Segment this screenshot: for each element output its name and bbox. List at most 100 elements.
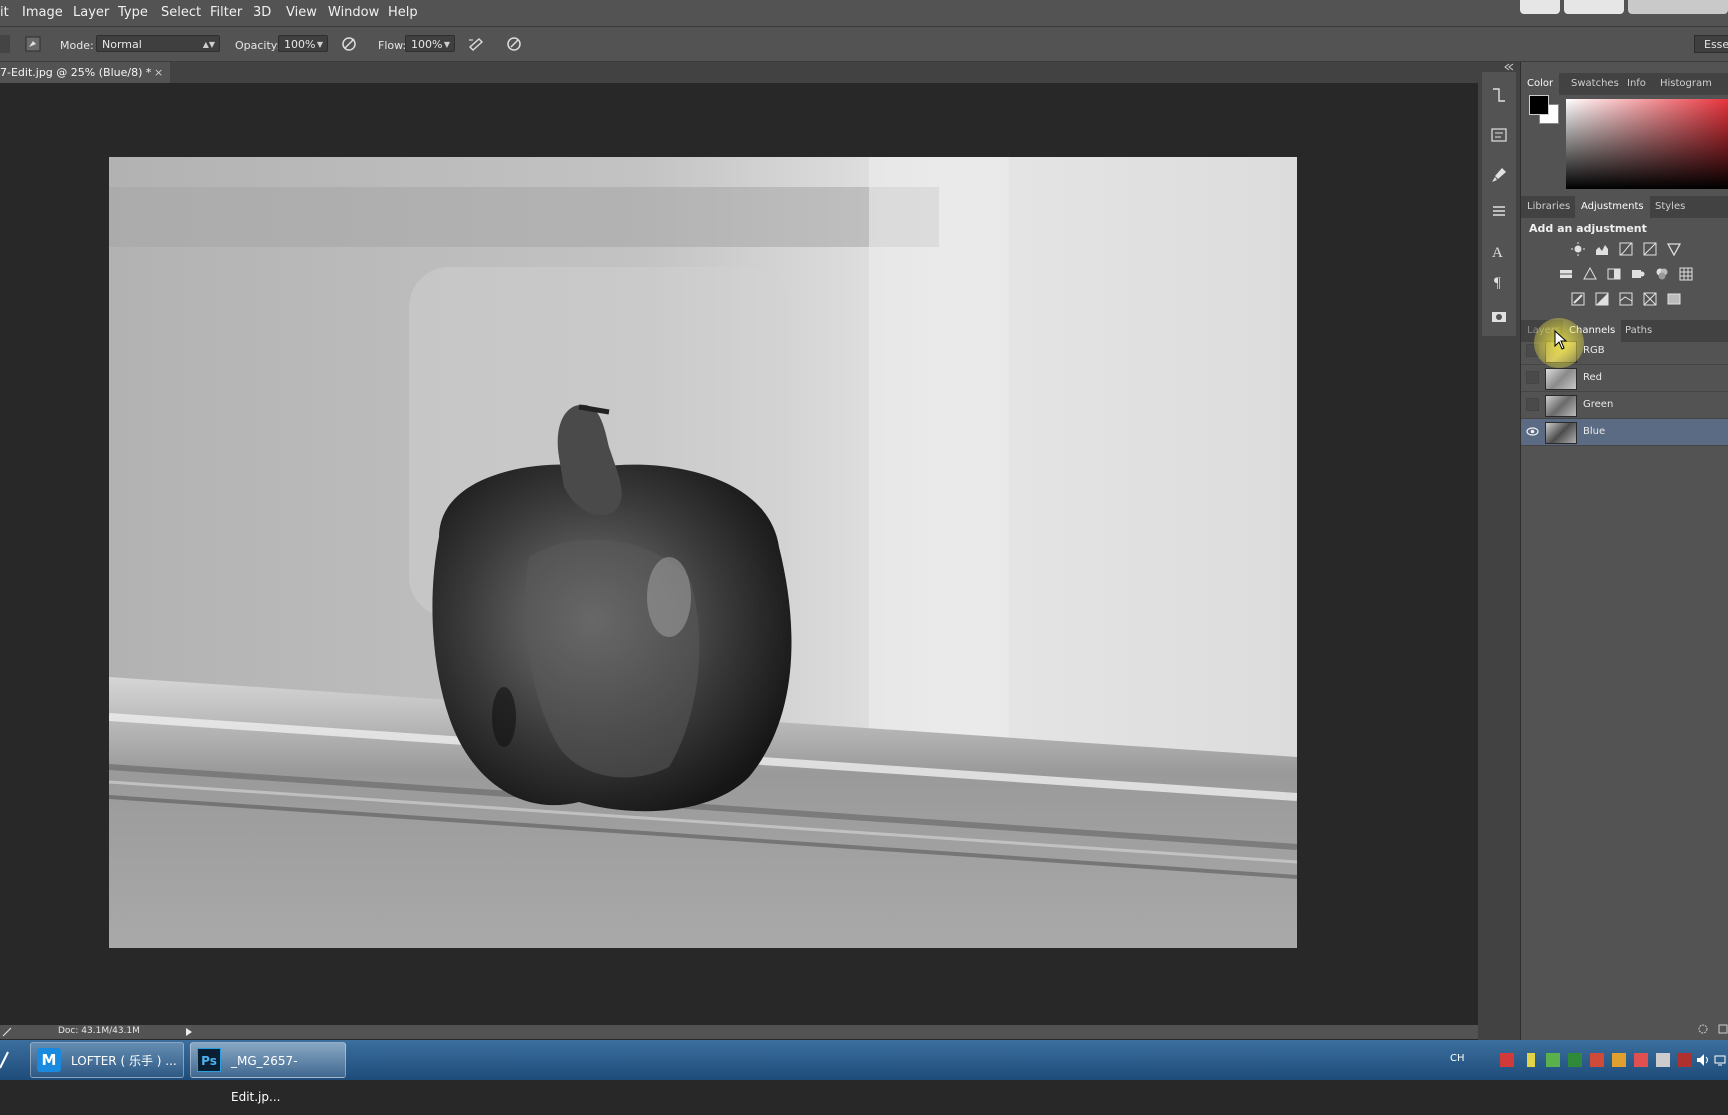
volume-icon[interactable]: [1696, 1053, 1710, 1067]
minimize-button[interactable]: [1520, 0, 1560, 14]
options-bar: Mode: Normal ▲▼ Opacity: 100% ▼ Flow: 10…: [0, 27, 1728, 62]
color-spectrum-ramp[interactable]: [1566, 99, 1728, 189]
menu-bar: it Image Layer Type Select Filter 3D Vie…: [0, 0, 1728, 27]
channel-mixer-icon[interactable]: [1655, 267, 1669, 281]
network-status-icon[interactable]: [1714, 1053, 1728, 1067]
language-indicator[interactable]: CH: [1450, 1053, 1465, 1064]
document-tab-bar: [0, 62, 1478, 83]
pressure-size-icon[interactable]: [505, 35, 523, 53]
menu-3d[interactable]: 3D: [253, 5, 271, 20]
taskbar-app-photoshop[interactable]: Ps _MG_2657-Edit.jp...: [190, 1042, 346, 1104]
tool-preset-picker[interactable]: [0, 35, 10, 53]
menu-help[interactable]: Help: [388, 5, 418, 20]
paragraph-icon[interactable]: ¶: [1490, 272, 1508, 290]
maxthon-icon: M: [37, 1048, 61, 1072]
foreground-color-swatch[interactable]: [1529, 95, 1549, 115]
channel-row-red[interactable]: Red: [1521, 365, 1728, 392]
channel-name: Blue: [1583, 426, 1606, 437]
taskbar-app-lofter[interactable]: M LOFTER ( 乐手 ) ...: [30, 1042, 184, 1078]
opacity-input[interactable]: 100% ▼: [278, 35, 328, 52]
workspace-label: Esser: [1704, 38, 1728, 51]
chevron-down-icon: ▼: [316, 40, 323, 49]
menu-edit[interactable]: it: [0, 5, 9, 20]
hue-saturation-icon[interactable]: [1559, 267, 1573, 281]
history-icon[interactable]: [1490, 86, 1508, 104]
photoshop-icon: Ps: [197, 1048, 221, 1072]
clone-source-icon[interactable]: [1490, 202, 1508, 220]
character-icon[interactable]: A: [1490, 242, 1508, 260]
menu-type[interactable]: Type: [118, 5, 148, 20]
tab-styles[interactable]: Styles: [1649, 196, 1691, 218]
invert-icon[interactable]: [1571, 292, 1585, 306]
tab-color[interactable]: Color: [1521, 73, 1560, 95]
opacity-value: 100%: [284, 38, 316, 51]
pressure-opacity-icon[interactable]: [340, 35, 358, 53]
taskbar-app-label: _MG_2657-Edit.jp...: [231, 1054, 298, 1104]
channel-row-green[interactable]: Green: [1521, 392, 1728, 419]
menu-filter[interactable]: Filter: [210, 5, 242, 20]
workspace-switcher[interactable]: Esser: [1694, 35, 1728, 53]
tray-network-icon[interactable]: [1656, 1053, 1670, 1067]
start-button-icon[interactable]: [0, 1050, 12, 1070]
levels-icon[interactable]: [1595, 242, 1609, 256]
selective-color-icon[interactable]: [1643, 292, 1657, 306]
airbrush-icon[interactable]: [467, 35, 485, 53]
close-window-button[interactable]: [1628, 0, 1728, 14]
visibility-toggle[interactable]: [1526, 371, 1539, 384]
load-selection-icon[interactable]: [1697, 1023, 1709, 1035]
tray-app-icon-3[interactable]: [1612, 1053, 1626, 1067]
threshold-icon[interactable]: [1619, 292, 1633, 306]
menu-window[interactable]: Window: [328, 5, 379, 20]
brightness-contrast-icon[interactable]: [1571, 242, 1585, 256]
menu-select[interactable]: Select: [161, 5, 201, 20]
color-panel-tabs: Color Swatches Info Histogram: [1521, 73, 1728, 95]
brush-panel-icon[interactable]: [24, 35, 42, 53]
document-image[interactable]: [109, 157, 1297, 948]
document-tab[interactable]: 7-Edit.jpg @ 25% (Blue/8) * ×: [0, 62, 170, 83]
tray-app-icon[interactable]: [1500, 1053, 1514, 1067]
tab-histogram[interactable]: Histogram: [1654, 73, 1718, 95]
tray-app-icon-2[interactable]: [1590, 1053, 1604, 1067]
tab-swatches[interactable]: Swatches: [1565, 73, 1625, 95]
exposure-icon[interactable]: [1643, 242, 1657, 256]
channel-thumbnail: [1545, 395, 1577, 417]
posterize-icon[interactable]: [1595, 292, 1609, 306]
channel-thumbnail: [1545, 368, 1577, 390]
color-lookup-icon[interactable]: [1679, 267, 1693, 281]
visibility-toggle[interactable]: [1526, 398, 1539, 411]
maximize-button[interactable]: [1564, 0, 1624, 14]
mode-label: Mode:: [60, 39, 94, 52]
play-arrow-icon[interactable]: [184, 1027, 194, 1037]
brush-icon[interactable]: [1490, 166, 1508, 184]
tool-presets-icon[interactable]: [1490, 308, 1508, 326]
document-tab-title: 7-Edit.jpg @ 25% (Blue/8) *: [0, 66, 152, 79]
tray-battery-icon[interactable]: [1527, 1053, 1535, 1067]
menu-image[interactable]: Image: [22, 5, 63, 20]
tray-security-icon[interactable]: [1546, 1053, 1560, 1067]
tab-adjustments[interactable]: Adjustments: [1575, 196, 1650, 218]
eye-icon[interactable]: [1526, 425, 1539, 438]
tray-app-icon-4[interactable]: [1634, 1053, 1648, 1067]
tray-nvidia-icon[interactable]: [1568, 1053, 1582, 1067]
collapse-panels-icon[interactable]: [1504, 63, 1514, 71]
photo-filter-icon[interactable]: [1631, 267, 1645, 281]
curves-icon[interactable]: [1619, 242, 1633, 256]
menu-view[interactable]: View: [286, 5, 317, 20]
status-menu-icon[interactable]: [2, 1027, 12, 1037]
flow-input[interactable]: 100% ▼: [405, 35, 455, 52]
mode-select[interactable]: Normal ▲▼: [96, 35, 220, 52]
channel-name: Green: [1583, 399, 1614, 410]
close-tab-icon[interactable]: ×: [154, 62, 163, 83]
menu-layer[interactable]: Layer: [73, 5, 109, 20]
vibrance-icon[interactable]: [1667, 242, 1681, 256]
channel-row-blue[interactable]: Blue: [1521, 419, 1728, 446]
tray-app-icon-5[interactable]: [1678, 1053, 1692, 1067]
properties-icon[interactable]: [1490, 126, 1508, 144]
gradient-map-icon[interactable]: [1667, 292, 1681, 306]
new-channel-icon[interactable]: [1717, 1023, 1728, 1035]
adjustments-heading: Add an adjustment: [1529, 222, 1647, 235]
tab-info[interactable]: Info: [1621, 73, 1652, 95]
black-white-icon[interactable]: [1607, 267, 1621, 281]
tab-libraries[interactable]: Libraries: [1521, 196, 1576, 218]
color-balance-icon[interactable]: [1583, 267, 1597, 281]
